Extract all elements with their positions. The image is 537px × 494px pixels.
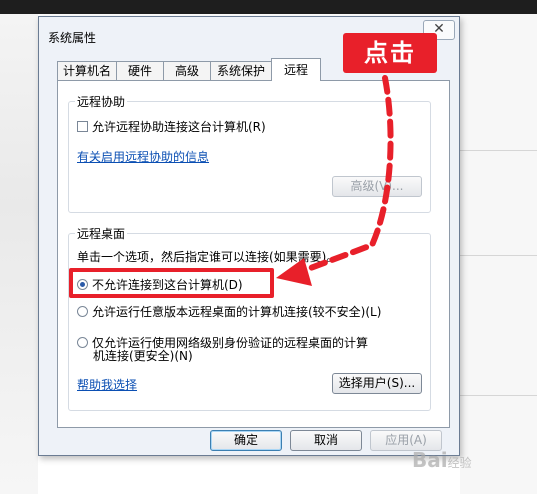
watermark-suffix: 经验 bbox=[447, 456, 472, 470]
click-callout: 点击 bbox=[343, 33, 437, 73]
watermark-text: Bai bbox=[412, 448, 448, 472]
baidu-watermark: Bai经验 bbox=[412, 448, 472, 472]
tab-remote[interactable]: 远程 bbox=[271, 58, 321, 81]
annotation-arrow bbox=[276, 75, 394, 286]
